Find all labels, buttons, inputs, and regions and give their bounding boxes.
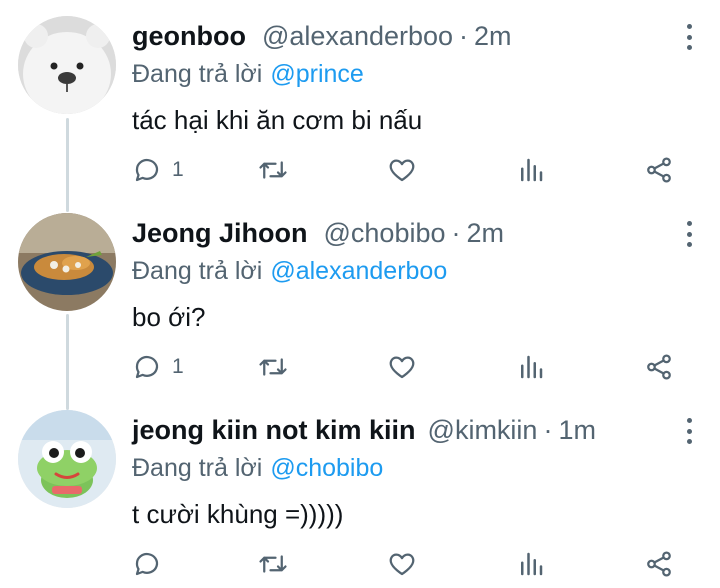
avatar[interactable] — [18, 213, 116, 311]
views-icon — [521, 552, 543, 576]
user-handle[interactable]: @chobibo — [324, 213, 446, 253]
reply-button[interactable]: 1 — [132, 154, 184, 186]
more-options-icon[interactable] — [684, 24, 694, 50]
reply-mention-link[interactable]: @alexanderboo — [270, 257, 447, 285]
reply-mention-link[interactable]: @chobibo — [270, 454, 383, 482]
display-name[interactable]: Jeong Jihoon — [132, 213, 308, 253]
separator-dot: · — [543, 415, 553, 445]
share-button[interactable] — [644, 154, 674, 186]
replying-to-label: Đang trả lời — [132, 454, 263, 482]
action-bar — [132, 548, 692, 580]
reply-count: 1 — [172, 158, 184, 181]
like-button[interactable] — [387, 154, 417, 186]
user-handle[interactable]: @alexanderboo — [262, 16, 453, 56]
tweet-text: tác hại khi ăn cơm bi nấu — [132, 105, 423, 135]
like-icon — [389, 159, 415, 182]
views-button[interactable] — [516, 351, 546, 383]
food-plate-avatar-icon — [18, 213, 116, 311]
timestamp[interactable]: 2m — [474, 16, 512, 56]
display-name[interactable]: jeong kiin not kim kiin — [132, 410, 416, 450]
share-icon — [647, 354, 671, 380]
display-name[interactable]: geonboo — [132, 16, 246, 56]
retweet-icon — [259, 358, 287, 376]
share-button[interactable] — [644, 351, 674, 383]
user-handle[interactable]: @kimkiin — [428, 410, 538, 450]
reply-icon — [135, 552, 159, 576]
retweet-button[interactable] — [258, 548, 288, 580]
views-icon — [521, 355, 543, 379]
tweet-text: bo ới? — [132, 302, 206, 332]
views-button[interactable] — [516, 548, 546, 580]
like-icon — [389, 553, 415, 576]
views-icon — [521, 158, 543, 182]
share-icon — [647, 157, 671, 183]
share-icon — [647, 551, 671, 577]
tweet-item[interactable]: jeong kiin not kim kiin @kimkiin · 1m Đa… — [0, 394, 720, 588]
retweet-icon — [259, 555, 287, 573]
like-button[interactable] — [387, 351, 417, 383]
avatar[interactable] — [18, 16, 116, 114]
timestamp[interactable]: 1m — [558, 410, 596, 450]
green-frog-avatar-icon — [18, 410, 116, 508]
replying-to-label: Đang trả lời — [132, 60, 263, 88]
action-bar: 1 — [132, 154, 692, 186]
separator-dot: · — [451, 218, 461, 248]
tweet-text: t cười khùng =))))) — [132, 499, 344, 529]
timestamp[interactable]: 2m — [467, 213, 505, 253]
retweet-icon — [259, 161, 287, 179]
tweet-item[interactable]: geonboo @alexanderboo · 2m Đang trả lời @… — [0, 0, 720, 197]
reply-icon — [135, 158, 159, 182]
more-options-icon[interactable] — [684, 418, 694, 444]
share-button[interactable] — [644, 548, 674, 580]
more-options-icon[interactable] — [684, 221, 694, 247]
action-bar: 1 — [132, 351, 692, 383]
avatar[interactable] — [18, 410, 116, 508]
reply-button[interactable] — [132, 548, 172, 580]
reply-count: 1 — [172, 355, 184, 378]
like-button[interactable] — [387, 548, 417, 580]
retweet-button[interactable] — [258, 154, 288, 186]
replying-to-label: Đang trả lời — [132, 257, 263, 285]
retweet-button[interactable] — [258, 351, 288, 383]
white-bear-avatar-icon — [18, 16, 116, 114]
reply-mention-link[interactable]: @prince — [270, 60, 363, 88]
views-button[interactable] — [516, 154, 546, 186]
tweet-item[interactable]: Jeong Jihoon @chobibo · 2m Đang trả lời @… — [0, 197, 720, 394]
reply-button[interactable]: 1 — [132, 351, 184, 383]
separator-dot: · — [459, 21, 469, 51]
like-icon — [389, 356, 415, 379]
reply-icon — [135, 355, 159, 379]
